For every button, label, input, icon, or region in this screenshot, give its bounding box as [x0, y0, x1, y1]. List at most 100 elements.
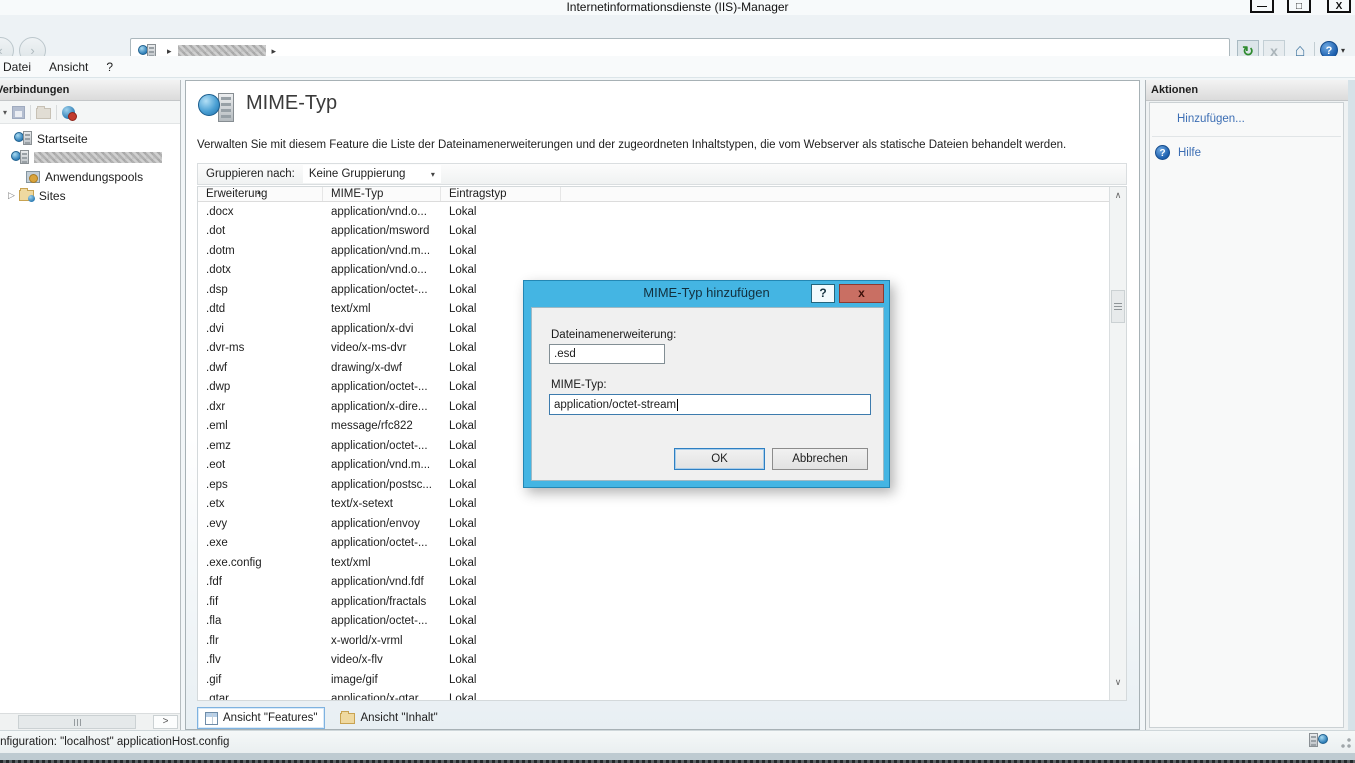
- table-row[interactable]: .fdfapplication/vnd.fdfLokal: [198, 573, 1126, 593]
- connections-header: Verbindungen: [0, 80, 180, 101]
- resize-grip[interactable]: [1340, 737, 1352, 749]
- table-row[interactable]: .fifapplication/fractalsLokal: [198, 592, 1126, 612]
- mime-type-input[interactable]: application/octet-stream: [549, 394, 871, 415]
- up-folder-icon[interactable]: [36, 108, 51, 119]
- table-row[interactable]: .etxtext/x-setextLokal: [198, 495, 1126, 515]
- scroll-up-button[interactable]: ∧: [1110, 187, 1126, 203]
- server-icon: [14, 131, 32, 146]
- table-row[interactable]: .exe.configtext/xmlLokal: [198, 553, 1126, 573]
- table-cell: .dwf: [198, 362, 323, 374]
- tree-item-server[interactable]: [11, 148, 162, 167]
- table-row[interactable]: .flvvideo/x-flvLokal: [198, 651, 1126, 671]
- table-cell: Lokal: [441, 206, 561, 218]
- group-by-dropdown[interactable]: Keine Gruppierung ▾: [303, 165, 441, 183]
- scroll-right-button[interactable]: >: [153, 715, 178, 729]
- minimize-button[interactable]: —: [1250, 0, 1274, 13]
- table-cell: x-world/x-vrml: [323, 635, 441, 647]
- cancel-button[interactable]: Abbrechen: [772, 448, 868, 470]
- table-row[interactable]: .evyapplication/envoyLokal: [198, 514, 1126, 534]
- menu-item-ansicht[interactable]: Ansicht: [40, 60, 97, 74]
- table-row[interactable]: .docxapplication/vnd.o...Lokal: [198, 202, 1126, 222]
- table-cell: Lokal: [441, 245, 561, 257]
- table-cell: Lokal: [441, 264, 561, 276]
- table-cell: .flv: [198, 654, 323, 666]
- table-cell: .dwp: [198, 381, 323, 393]
- menu-item-hilfe[interactable]: ?: [97, 60, 122, 74]
- status-bar: Konfiguration: "localhost" applicationHo…: [0, 730, 1355, 753]
- tree-item-sites[interactable]: ▷ Sites: [8, 186, 66, 205]
- table-cell: .eot: [198, 459, 323, 471]
- table-cell: .dvi: [198, 323, 323, 335]
- tab-content-view[interactable]: Ansicht "Inhalt": [333, 707, 444, 729]
- tab-features-view[interactable]: Ansicht "Features": [197, 707, 325, 729]
- table-cell: Lokal: [441, 576, 561, 588]
- toolbar-separator: [30, 105, 31, 120]
- table-header: Erweiterung ▲ MIME-Typ Eintragstyp: [198, 187, 1126, 202]
- table-row[interactable]: .gifimage/gifLokal: [198, 670, 1126, 690]
- table-cell: application/fractals: [323, 596, 441, 608]
- extension-input[interactable]: .esd: [549, 344, 665, 364]
- column-header-erweiterung[interactable]: Erweiterung ▲: [198, 187, 323, 201]
- view-tabs: Ansicht "Features" Ansicht "Inhalt": [197, 707, 445, 729]
- table-cell: .dvr-ms: [198, 342, 323, 354]
- table-row[interactable]: .gtarapplication/x-gtarLokal: [198, 690, 1126, 702]
- chevron-down-icon[interactable]: ▾: [3, 108, 7, 117]
- chevron-down-icon: ▾: [431, 170, 435, 179]
- table-row[interactable]: .dotapplication/mswordLokal: [198, 222, 1126, 242]
- table-cell: application/envoy: [323, 518, 441, 530]
- status-text: Konfiguration: "localhost" applicationHo…: [0, 731, 229, 753]
- table-cell: application/octet-...: [323, 440, 441, 452]
- dialog-body: Dateinamenerweiterung: .esd MIME-Typ: ap…: [531, 307, 884, 481]
- table-row[interactable]: .dotxapplication/vnd.o...Lokal: [198, 261, 1126, 281]
- group-by-label: Gruppieren nach:: [206, 168, 295, 180]
- table-row[interactable]: .dotmapplication/vnd.m...Lokal: [198, 241, 1126, 261]
- table-cell: Lokal: [441, 557, 561, 569]
- address-row: ‹ › ▸ ▸ ↻ x ⌂ ? ▾: [0, 15, 1355, 56]
- iis-manager-window: Internetinformationsdienste (IIS)-Manage…: [0, 0, 1355, 763]
- table-cell: .docx: [198, 206, 323, 218]
- table-cell: Lokal: [441, 693, 561, 701]
- maximize-button[interactable]: □: [1287, 0, 1311, 13]
- horizontal-scrollbar[interactable]: >: [0, 713, 180, 730]
- table-cell: .gif: [198, 674, 323, 686]
- content-view-icon: [340, 713, 355, 724]
- features-view-icon: [205, 712, 218, 725]
- table-cell: application/octet-...: [323, 284, 441, 296]
- breadcrumb-arrow-icon: ▸: [167, 46, 172, 57]
- remove-connection-icon[interactable]: [62, 106, 75, 119]
- status-server-icon: [1318, 733, 1323, 751]
- table-row[interactable]: .flaapplication/octet-...Lokal: [198, 612, 1126, 632]
- page-description: Verwalten Sie mit diesem Feature die Lis…: [197, 139, 1066, 151]
- tree-item-startseite[interactable]: Startseite: [14, 129, 88, 148]
- table-row[interactable]: .exeapplication/octet-...Lokal: [198, 534, 1126, 554]
- menu-item-datei[interactable]: Datei: [0, 60, 40, 74]
- table-cell: Lokal: [441, 635, 561, 647]
- table-row[interactable]: .flrx-world/x-vrmlLokal: [198, 631, 1126, 651]
- table-cell: .evy: [198, 518, 323, 530]
- scrollbar-thumb[interactable]: [1111, 290, 1125, 323]
- table-cell: .gtar: [198, 693, 323, 701]
- table-cell: .eml: [198, 420, 323, 432]
- column-header-eintragstyp[interactable]: Eintragstyp: [441, 187, 561, 201]
- close-button[interactable]: X: [1327, 0, 1351, 13]
- table-cell: .dot: [198, 225, 323, 237]
- actions-separator: [1152, 136, 1341, 137]
- page-title: MIME-Typ: [246, 92, 337, 115]
- column-header-mime-typ[interactable]: MIME-Typ: [323, 187, 441, 201]
- help-action-link[interactable]: ? Hilfe: [1155, 145, 1201, 160]
- scroll-down-button[interactable]: ∨: [1110, 674, 1126, 690]
- breadcrumb-arrow-icon: ▸: [272, 46, 277, 57]
- scrollbar-thumb[interactable]: [18, 715, 136, 729]
- tree-item-anwendungspools[interactable]: Anwendungspools: [26, 167, 143, 186]
- dialog-close-button[interactable]: x: [839, 284, 884, 303]
- actions-header: Aktionen: [1146, 80, 1348, 101]
- table-cell: .dsp: [198, 284, 323, 296]
- expander-icon[interactable]: ▷: [8, 190, 15, 201]
- add-action-link[interactable]: Hinzufügen...: [1177, 113, 1245, 125]
- save-connections-icon[interactable]: [12, 106, 25, 119]
- ok-button[interactable]: OK: [674, 448, 765, 470]
- vertical-scrollbar[interactable]: ∧ ∨: [1109, 187, 1126, 700]
- window-titlebar: Internetinformationsdienste (IIS)-Manage…: [0, 0, 1355, 15]
- dialog-help-button[interactable]: ?: [811, 284, 835, 303]
- help-icon: ?: [1155, 145, 1170, 160]
